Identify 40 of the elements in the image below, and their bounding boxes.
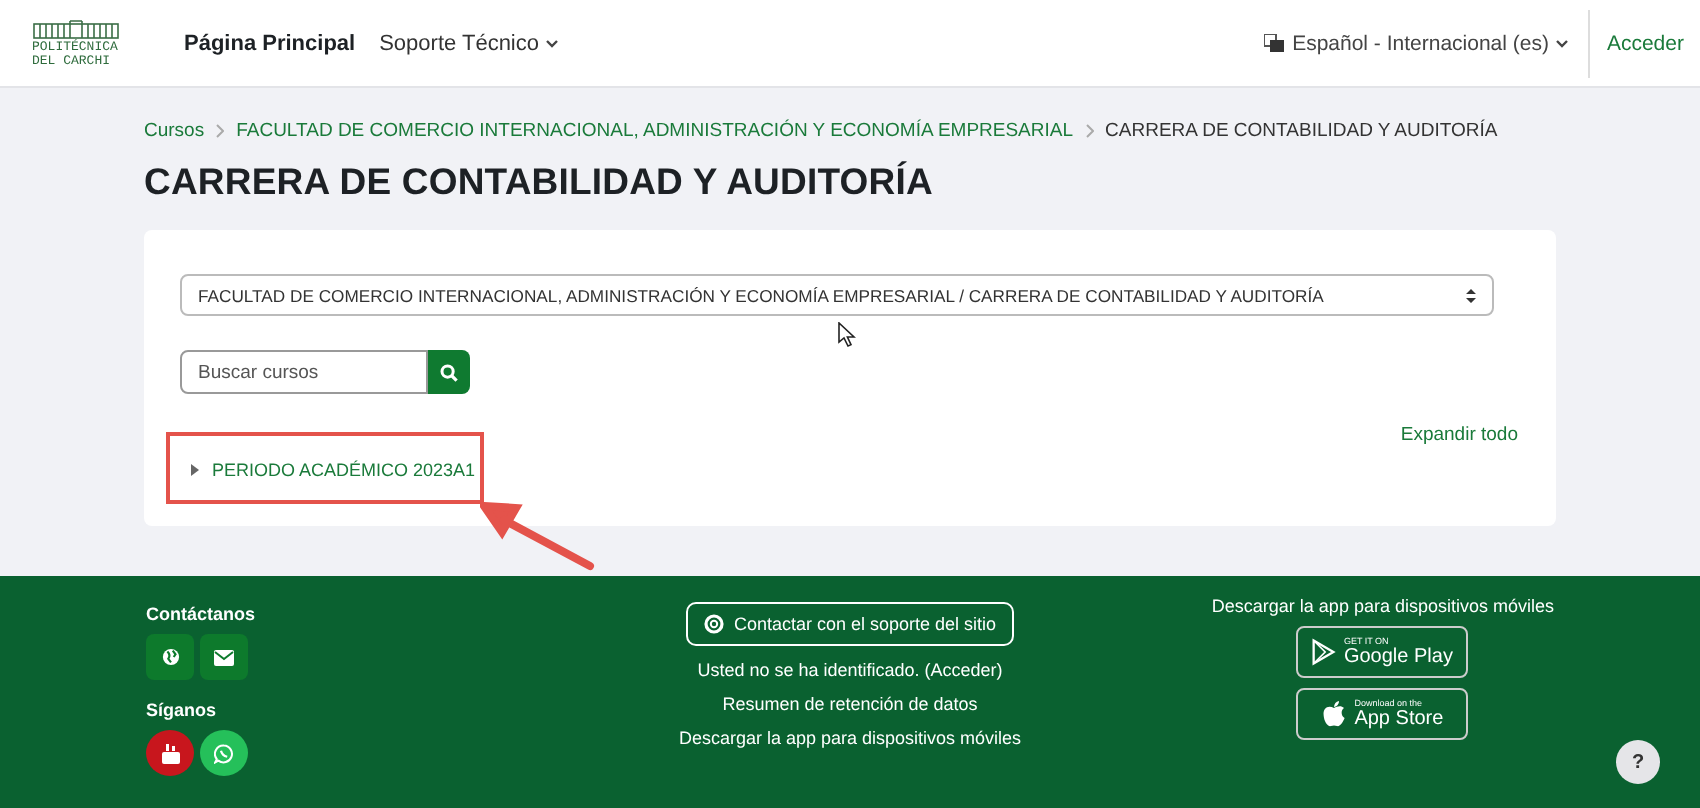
mail-button[interactable] [200, 634, 248, 680]
search-field[interactable]: Buscar cursos [180, 350, 428, 394]
apple-icon [1322, 700, 1347, 728]
play-icon [1312, 636, 1336, 668]
search-button[interactable] [428, 350, 470, 394]
category-link[interactable]: PERIODO ACADÉMICO 2023A1 [180, 452, 476, 480]
login-link[interactable]: Acceder [1606, 31, 1684, 55]
whatsapp-button[interactable] [200, 730, 248, 776]
footer-link[interactable]: Descargar la app para dispositivos móviles [678, 728, 1022, 748]
nav-link[interactable]: Soporte Técnico [379, 31, 557, 55]
whatsapp-icon [214, 743, 234, 763]
pointer-arrow [479, 498, 596, 574]
chevron-down-icon [545, 39, 557, 47]
globe-icon [161, 648, 179, 666]
breadcrumb-separator-icon [1085, 124, 1094, 138]
select-arrows-icon [1466, 287, 1476, 303]
mail-icon [214, 649, 234, 665]
support-button[interactable]: Contactar con el soporte del sitio [685, 602, 1015, 646]
expand-all-link[interactable]: Expandir todo [1400, 424, 1518, 446]
footer-link[interactable]: Resumen de retención de datos [722, 694, 978, 714]
logo-building-drawing [32, 19, 120, 39]
follow-heading: Síganos [146, 700, 219, 720]
category-select[interactable]: FACULTAD DE COMERCIO INTERNACIONAL, ADMINISTRACIÓN Y ECONOMÍA EMPRESARIAL / CARRERA DE CONTABILIDAD Y AUDITORÍA [180, 274, 1494, 316]
contact-heading: Contáctanos [146, 604, 258, 624]
page-title: CARRERA DE CONTABILIDAD Y AUDITORÍA [144, 160, 935, 204]
youtube-button[interactable] [146, 730, 194, 776]
app-download-text: Descargar la app para dispositivos móviles [1211, 596, 1554, 616]
breadcrumb-link[interactable]: Cursos [144, 120, 205, 142]
lifebuoy-icon [703, 614, 724, 634]
breadcrumb-current: CARRERA DE CONTABILIDAD Y AUDITORÍA [1105, 120, 1498, 142]
globe-button[interactable] [146, 634, 194, 680]
breadcrumb-link[interactable]: FACULTAD DE COMERCIO INTERNACIONAL, ADMINISTRACIÓN Y ECONOMÍA EMPRESARIAL [236, 120, 1074, 142]
cursor-icon [838, 322, 856, 348]
chevron-down-icon [1556, 39, 1569, 47]
breadcrumb-separator-icon [216, 124, 225, 138]
search-icon [440, 363, 458, 381]
language-icon [1264, 34, 1285, 52]
nav-link[interactable]: Página Principal [184, 31, 356, 55]
login-status-text: Usted no se ha identificado. (Acceder) [697, 660, 1003, 680]
language-menu[interactable]: Español - Internacional (es) [1264, 31, 1589, 55]
